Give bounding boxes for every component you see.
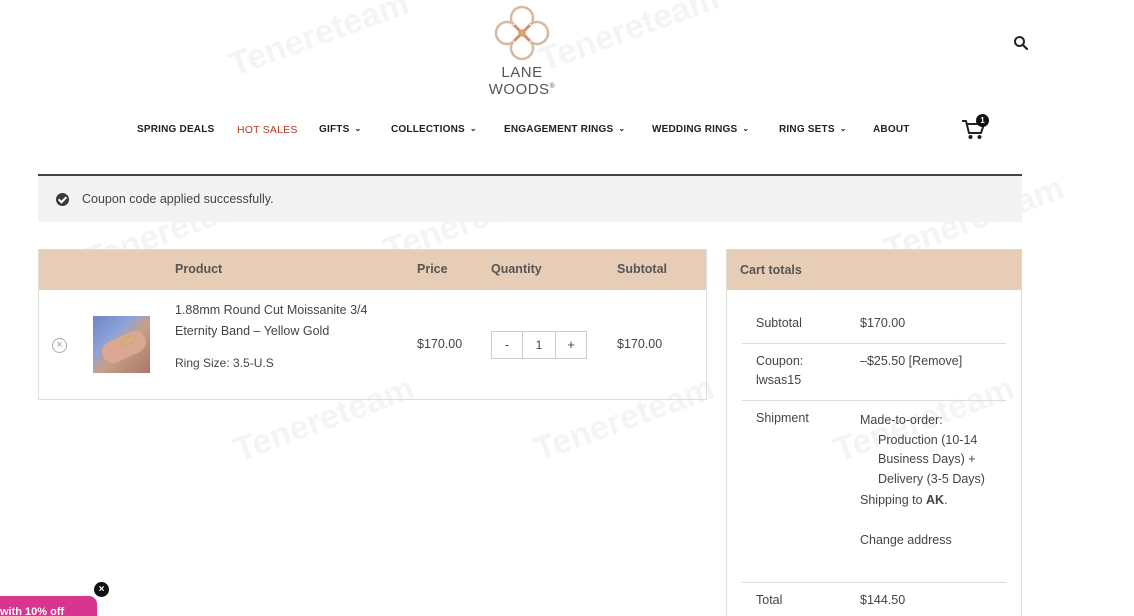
cart-totals-title: Cart totals	[740, 263, 802, 277]
remove-coupon-link[interactable]: [Remove]	[909, 354, 963, 368]
total-label: Total	[756, 593, 783, 607]
search-icon[interactable]	[1013, 35, 1029, 51]
nav-gifts[interactable]: GIFTS ⌄	[319, 124, 361, 135]
discount-popup-tab[interactable]: with 10% off	[0, 596, 97, 616]
product-thumbnail[interactable]	[93, 316, 150, 373]
coupon-notice: Coupon code applied successfully.	[38, 174, 1022, 222]
totals-row-coupon: Coupon: lwsas15 –$25.50 [Remove]	[742, 344, 1006, 401]
product-name-link[interactable]: 1.88mm Round Cut Moissanite 3/4 Eternity…	[175, 300, 395, 342]
coupon-label: Coupon: lwsas15	[756, 354, 804, 387]
chevron-down-icon: ⌄	[839, 124, 847, 133]
brand-name: LANE WOODS®	[488, 64, 556, 98]
clover-logo-icon	[494, 5, 550, 61]
quantity-decrease-button[interactable]: -	[492, 332, 523, 358]
chevron-down-icon: ⌄	[742, 124, 750, 133]
cart-totals: Cart totals Subtotal $170.00 Coupon: lws…	[726, 249, 1022, 616]
nav-wedding-rings[interactable]: WEDDING RINGS ⌄	[652, 124, 749, 135]
remove-item-button[interactable]: ×	[52, 338, 67, 353]
cart-count-badge: 1	[976, 114, 989, 127]
header-quantity: Quantity	[491, 262, 542, 276]
product-ring-size: Ring Size: 3.5-U.S	[175, 356, 274, 370]
change-address-link[interactable]: Change address	[860, 531, 985, 551]
chevron-down-icon: ⌄	[469, 124, 477, 133]
coupon-value: –$25.50 [Remove]	[860, 354, 963, 368]
close-icon[interactable]: ×	[94, 582, 109, 597]
totals-row-subtotal: Subtotal $170.00	[742, 304, 1006, 344]
nav-ring-sets[interactable]: RING SETS ⌄	[779, 124, 847, 135]
subtotal-value: $170.00	[860, 316, 906, 330]
header-product: Product	[175, 262, 223, 276]
chevron-down-icon: ⌄	[618, 124, 626, 133]
nav-collections[interactable]: COLLECTIONS ⌄	[391, 124, 477, 135]
shipment-details: Made-to-order: Production (10-14 Busines…	[860, 411, 985, 550]
totals-row-total: Total $144.50	[742, 583, 1006, 616]
notice-message: Coupon code applied successfully.	[82, 192, 274, 206]
quantity-stepper: - +	[491, 331, 587, 359]
shipment-label: Shipment	[756, 411, 809, 425]
brand-logo[interactable]: LANE WOODS®	[466, 4, 578, 98]
quantity-increase-button[interactable]: +	[555, 332, 586, 358]
quantity-input[interactable]	[524, 332, 554, 358]
header-subtotal: Subtotal	[617, 262, 667, 276]
cart-table-header: Product Price Quantity Subtotal	[39, 250, 706, 290]
cart-totals-header: Cart totals	[727, 250, 1021, 290]
watermark: Tenereteam	[224, 0, 414, 85]
cart-table: Product Price Quantity Subtotal × 1.88mm…	[38, 249, 707, 400]
check-circle-icon	[56, 193, 69, 206]
product-price: $170.00	[417, 337, 463, 351]
nav-about[interactable]: ABOUT	[873, 124, 910, 135]
nav-engagement-rings[interactable]: ENGAGEMENT RINGS ⌄	[504, 124, 625, 135]
chevron-down-icon: ⌄	[354, 124, 362, 133]
product-subtotal: $170.00	[617, 337, 663, 351]
subtotal-label: Subtotal	[756, 316, 802, 330]
nav-hot-sales[interactable]: HOT SALES	[237, 124, 298, 136]
totals-row-shipment: Shipment Made-to-order: Production (10-1…	[742, 401, 1006, 583]
nav-spring-deals[interactable]: SPRING DEALS	[137, 124, 214, 135]
total-value: $144.50	[860, 593, 906, 607]
header-price: Price	[417, 262, 448, 276]
